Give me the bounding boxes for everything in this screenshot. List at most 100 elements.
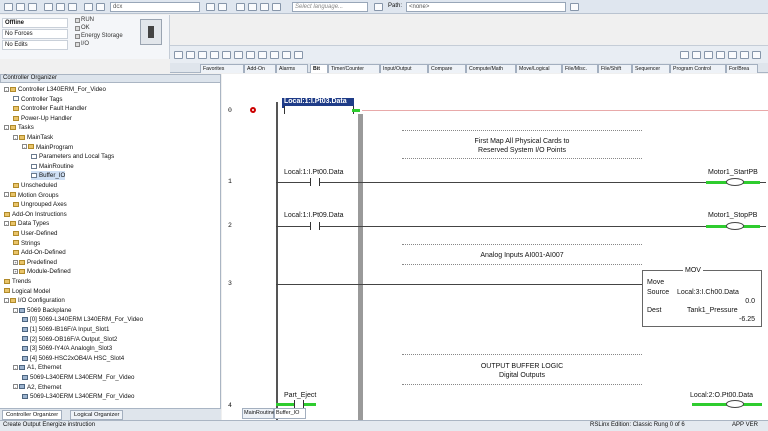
tab-compute-math[interactable]: Compute/Math	[466, 64, 516, 73]
help-icon[interactable]	[272, 3, 281, 11]
save-icon[interactable]	[28, 3, 37, 11]
tree-node[interactable]: [4] 5069-HSC2xOB4/A HSC_Slot4	[22, 354, 124, 363]
tree-node[interactable]: - MainProgram	[22, 143, 73, 152]
expander-icon[interactable]: -	[4, 125, 9, 131]
tab-favorites[interactable]: Favorites	[200, 64, 244, 73]
paste-icon[interactable]	[68, 3, 77, 11]
branch-level-icon[interactable]	[198, 51, 207, 59]
tree-node[interactable]: [2] 5069-OB16F/A Output_Slot2	[22, 335, 117, 344]
tab-timer-counter[interactable]: Timer/Counter	[328, 64, 380, 73]
tab-logical-organizer[interactable]: Logical Organizer	[70, 410, 124, 420]
grid-icon[interactable]	[704, 51, 713, 59]
new-icon[interactable]	[4, 3, 13, 11]
expander-icon[interactable]: -	[22, 144, 27, 150]
tree-node[interactable]: 5069-L340ERM L340ERM_For_Video	[22, 373, 134, 382]
tree-node[interactable]: - Tasks	[4, 123, 34, 132]
tree-node[interactable]: Controller Fault Handler	[13, 104, 87, 113]
tree-node[interactable]: [1] 5069-IB16F/A Input_Slot1	[22, 325, 109, 334]
mov-source-tag[interactable]: Local:3:I.Ch00.Data	[677, 289, 739, 296]
organizer-tree[interactable]: - Controller L340ERM_For_Video Controller …	[0, 83, 221, 408]
rung-icon[interactable]	[174, 51, 183, 59]
tree-node[interactable]: MainRoutine	[31, 162, 74, 171]
tab-program-control[interactable]: Program Control	[670, 64, 726, 73]
tab-move-logical[interactable]: Move/Logical	[516, 64, 562, 73]
navigate-icon[interactable]	[260, 3, 269, 11]
verify-icon[interactable]	[236, 3, 245, 11]
rung1-contact[interactable]	[310, 178, 320, 186]
tree-node[interactable]: - A2, Ethernet	[13, 383, 61, 392]
branch-icon[interactable]	[186, 51, 195, 59]
tree-node[interactable]: Parameters and Local Tags	[31, 152, 114, 161]
tree-node[interactable]: - 5069 Backplane	[13, 306, 71, 315]
rung4-coil[interactable]	[726, 400, 744, 408]
copy-icon[interactable]	[56, 3, 65, 11]
tree-node[interactable]: Strings	[13, 239, 40, 248]
expander-icon[interactable]: -	[13, 307, 18, 313]
tab-file-shift[interactable]: File/Shift	[598, 64, 632, 73]
language-select[interactable]: Select language...	[292, 2, 368, 12]
cut-icon[interactable]	[44, 3, 53, 11]
tab-controller-organizer[interactable]: Controller Organizer	[2, 410, 63, 420]
tab-alarms[interactable]: Alarms	[276, 64, 308, 73]
zoom-in-icon[interactable]	[680, 51, 689, 59]
tab-sequencer[interactable]: Sequencer	[632, 64, 670, 73]
tree-node[interactable]: - A1, Ethernet	[13, 363, 61, 372]
rung0-contact[interactable]	[284, 106, 354, 114]
ote-icon[interactable]	[234, 51, 243, 59]
browse-icon[interactable]	[570, 3, 579, 11]
tree-node[interactable]: + Predefined	[13, 258, 57, 267]
tree-node[interactable]: Buffer_IO	[31, 171, 66, 181]
expander-icon[interactable]: -	[13, 134, 18, 140]
tree-node[interactable]: - I/O Configuration	[4, 296, 65, 305]
path-field[interactable]: <none>	[406, 2, 566, 12]
edit-icon[interactable]	[728, 51, 737, 59]
tab-mainroutine[interactable]: MainRoutine	[242, 408, 275, 419]
osr-icon[interactable]	[282, 51, 291, 59]
zoom-icon[interactable]	[218, 3, 227, 11]
rung4-contact[interactable]	[294, 400, 304, 408]
mov-dest-tag[interactable]: Tank1_Pressure	[687, 307, 738, 314]
redo-icon[interactable]	[96, 3, 105, 11]
xio-icon[interactable]	[222, 51, 231, 59]
expander-icon[interactable]: +	[13, 269, 18, 275]
mode-dropdown[interactable]: Offline	[2, 18, 68, 28]
tree-node[interactable]: Power-Up Handler	[13, 114, 72, 123]
tree-node[interactable]: - MainTask	[13, 133, 53, 142]
mov-instruction[interactable]: MOV Move Source Local:3:I.Ch00.Data 0.0 …	[642, 267, 762, 327]
language-icon[interactable]	[374, 3, 383, 11]
tree-node[interactable]: Trends	[4, 277, 31, 286]
expander-icon[interactable]: -	[4, 221, 9, 227]
open-icon[interactable]	[16, 3, 25, 11]
tree-node[interactable]: Controller Tags	[13, 95, 63, 104]
forces-dropdown[interactable]: No Forces	[2, 29, 68, 39]
accept-icon[interactable]	[740, 51, 749, 59]
tree-node[interactable]: User-Defined	[13, 229, 57, 238]
tree-node[interactable]: Ungrouped Axes	[13, 200, 67, 209]
rung1-coil[interactable]	[726, 178, 744, 186]
osf-icon[interactable]	[294, 51, 303, 59]
expander-icon[interactable]: -	[13, 384, 18, 390]
expander-icon[interactable]: -	[4, 298, 9, 304]
tab-file-misc[interactable]: File/Misc.	[562, 64, 598, 73]
tree-node[interactable]: - Motion Groups	[4, 191, 59, 200]
tab-bit[interactable]: Bit	[310, 64, 328, 73]
tree-node[interactable]: - Data Types	[4, 219, 49, 228]
monitor-icon[interactable]	[716, 51, 725, 59]
expander-icon[interactable]: -	[4, 86, 9, 92]
tree-node[interactable]: [0] 5069-L340ERM L340ERM_For_Video	[22, 315, 143, 324]
cancel-icon[interactable]	[752, 51, 761, 59]
tab-add-on[interactable]: Add-On	[244, 64, 276, 73]
rung2-coil[interactable]	[726, 222, 744, 230]
tab-compare[interactable]: Compare	[428, 64, 466, 73]
otu-icon[interactable]	[258, 51, 267, 59]
tab-for-break[interactable]: For/Brea	[726, 64, 758, 73]
tab-input-output[interactable]: Input/Output	[380, 64, 428, 73]
expander-icon[interactable]: +	[13, 259, 18, 265]
tree-node[interactable]: - Controller L340ERM_For_Video	[4, 85, 106, 94]
tree-node[interactable]: + Module-Defined	[13, 267, 71, 276]
rung2-contact[interactable]	[310, 222, 320, 230]
search-combo[interactable]: dcx	[110, 2, 200, 12]
ons-icon[interactable]	[270, 51, 279, 59]
tree-node[interactable]: 5069-L340ERM L340ERM_For_Video	[22, 392, 134, 401]
ladder-editor[interactable]: 0 Local:1:I.Pt03.Data First Map All Phys…	[222, 74, 768, 420]
